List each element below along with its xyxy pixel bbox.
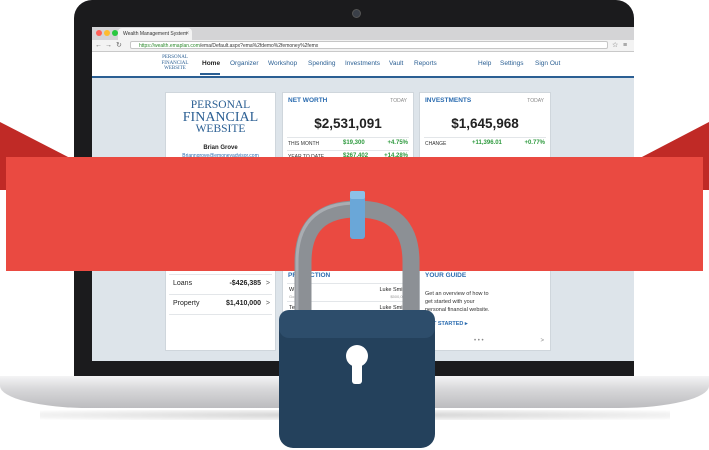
lock-clip-band (350, 191, 365, 199)
lock-body-top (279, 310, 435, 338)
padlock-icon (279, 191, 435, 448)
